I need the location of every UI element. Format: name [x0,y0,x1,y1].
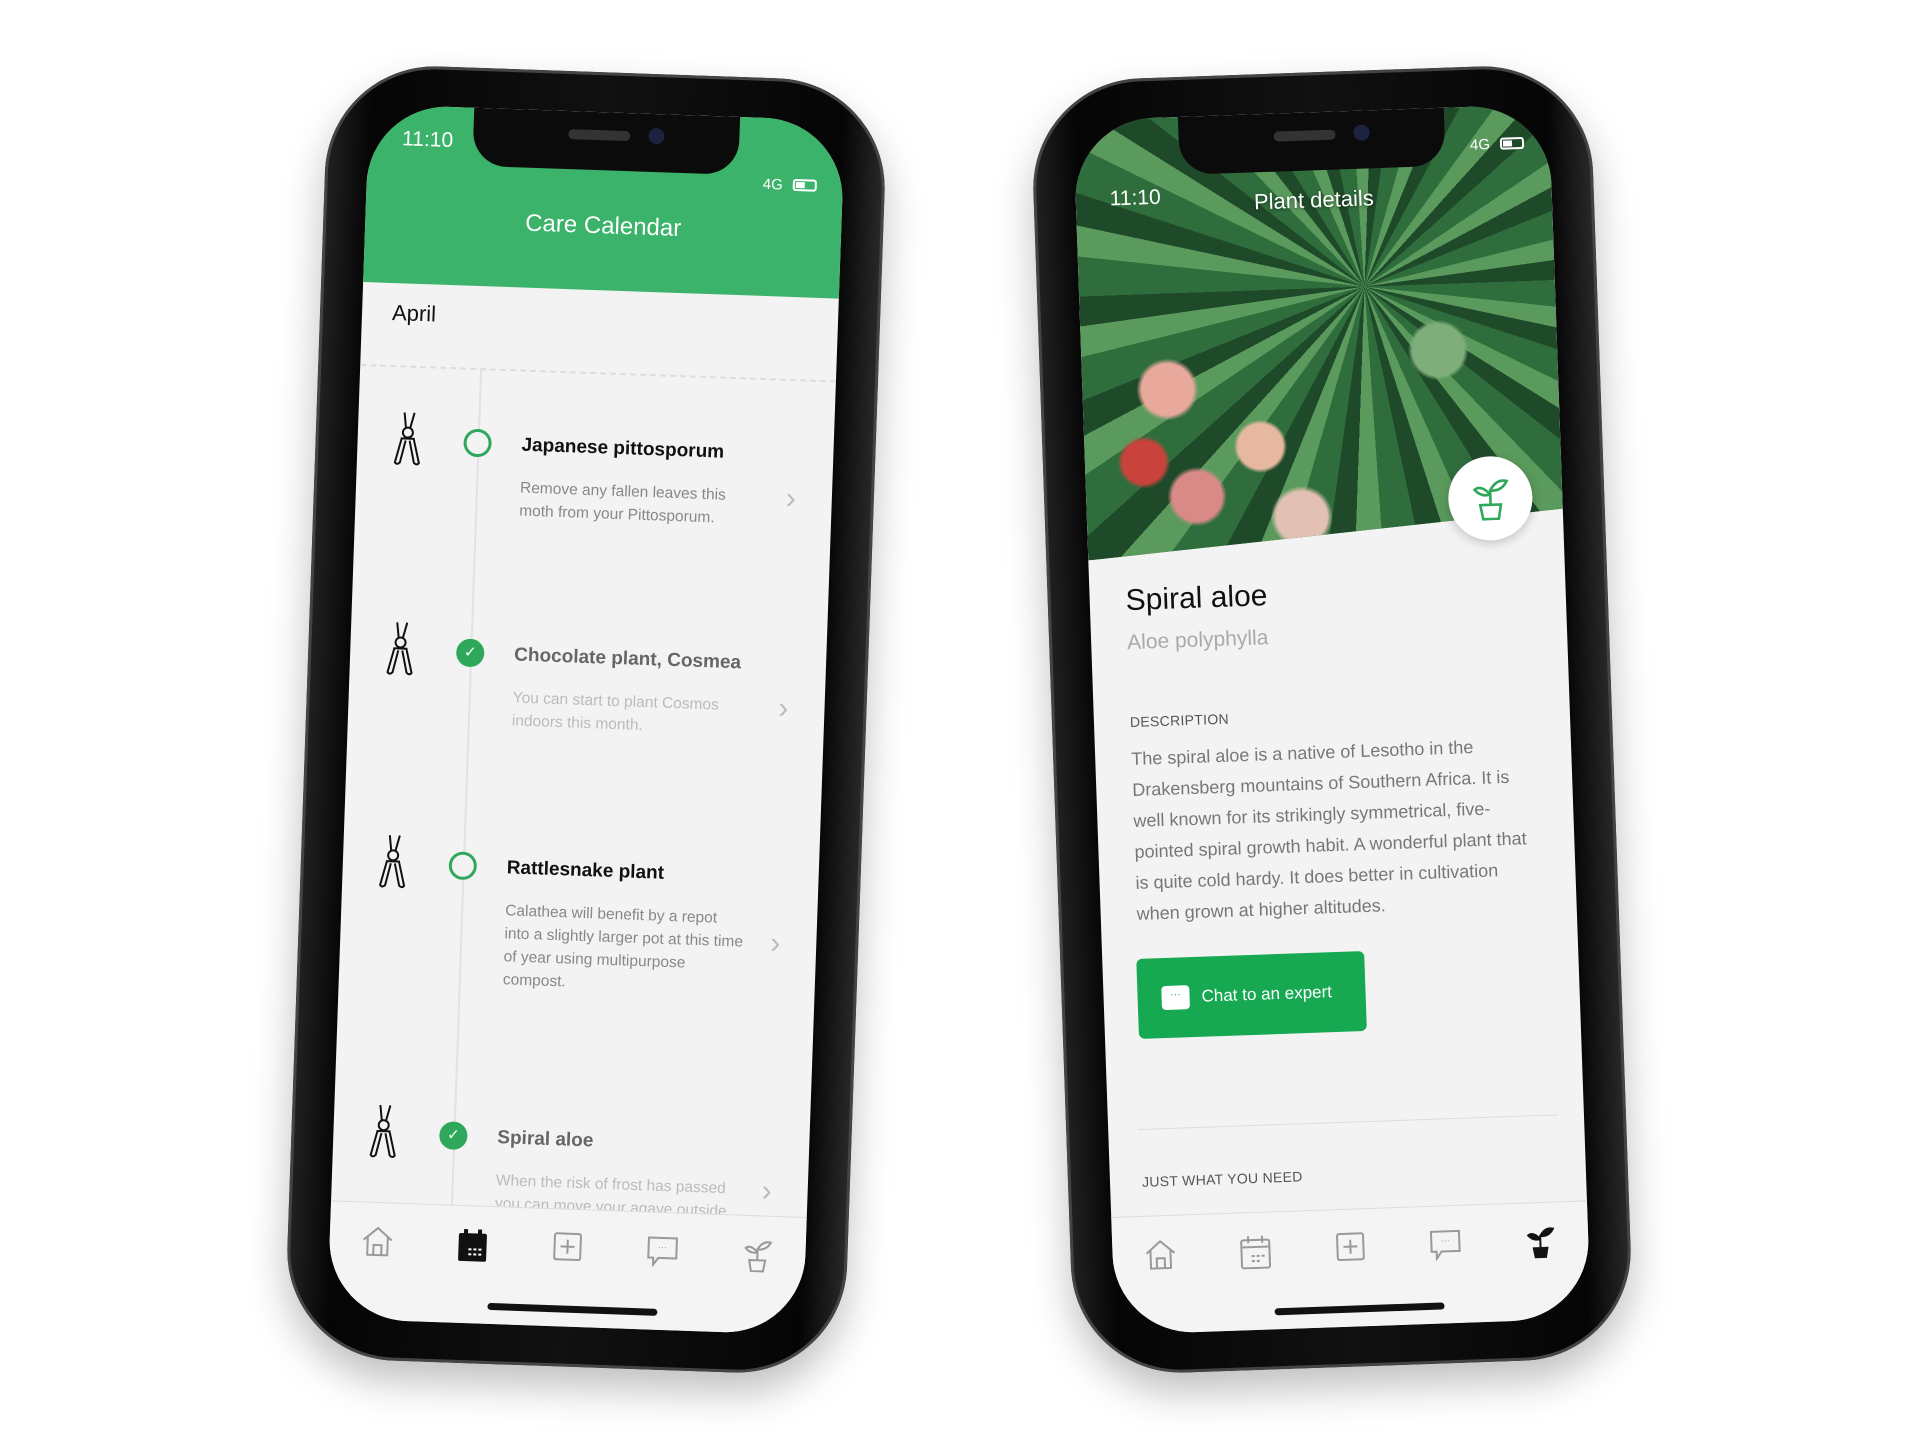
chat-to-expert-button[interactable]: ··· Chat to an expert [1136,951,1367,1039]
button-label: Chat to an expert [1201,982,1333,1006]
svg-text:···: ··· [1441,1235,1450,1245]
chat-bubble-icon: ··· [1161,985,1191,1011]
tab-add[interactable] [548,1231,587,1270]
plant-icon [1527,1227,1555,1259]
calendar-item[interactable]: Japanese pittosporum Remove any fallen l… [359,409,835,526]
chat-icon: ··· [1430,1229,1461,1261]
plant-icon [744,1241,773,1273]
tab-calendar[interactable] [453,1228,492,1267]
screen: Plant details 11:10 4G Spiral aloe Aloe … [1072,104,1592,1335]
calendar-item[interactable]: ✓ Chocolate plant, Cosmea You can start … [351,619,827,734]
status-time: 11:10 [1109,185,1162,211]
item-description: Calathea will benefit by a repot into a … [502,902,744,991]
divider [1138,1114,1558,1131]
item-title: Rattlesnake plant [506,857,665,884]
network-label: 4G [762,175,784,194]
home-icon [1145,1240,1175,1270]
item-title: Japanese pittosporum [521,434,725,463]
tab-plants[interactable] [1521,1224,1560,1263]
plant-name: Spiral aloe [1125,579,1268,618]
status-check-done[interactable]: ✓ [438,1121,468,1151]
calendar-item[interactable]: ✓ Spiral aloe When the risk of frost has… [335,1101,811,1238]
section-label: DESCRIPTION [1129,710,1230,731]
pruning-shears-icon [391,410,427,467]
item-description: You can start to plant Cosmos indoors th… [511,689,720,734]
network-label: 4G [1469,136,1491,154]
item-title: Spiral aloe [496,1127,594,1152]
chevron-right-icon[interactable]: › [761,1174,772,1208]
tab-home[interactable] [358,1224,397,1263]
tab-plants[interactable] [738,1238,777,1277]
page-title: Care Calendar [524,209,682,243]
tab-chat[interactable]: ··· [643,1234,682,1273]
phone-care-calendar: Care Calendar 11:10 4G April Japanese pi… [283,62,889,1377]
tab-chat[interactable]: ··· [1426,1228,1465,1267]
item-description: Remove any fallen leaves this moth from … [518,479,727,527]
pruning-shears-icon [367,1103,403,1160]
pruning-shears-icon [376,833,412,890]
calendar-icon [1239,1235,1271,1270]
section-label: JUST WHAT YOU NEED [1141,1168,1303,1190]
pruning-shears-icon [383,620,419,677]
item-title: Chocolate plant, Cosmea [513,644,742,674]
tab-bar: ··· [326,1200,807,1335]
add-icon [1336,1232,1365,1262]
tab-home[interactable] [1141,1238,1180,1277]
status-time: 11:10 [401,127,454,153]
chevron-right-icon[interactable]: › [778,692,789,726]
screen: Care Calendar 11:10 4G April Japanese pi… [326,104,846,1335]
home-icon [362,1226,392,1257]
status-check-done[interactable]: ✓ [455,638,485,668]
calendar-icon [457,1229,487,1262]
timeline-line [450,370,483,1220]
chevron-right-icon[interactable]: › [770,927,781,961]
svg-text:···: ··· [658,1242,667,1252]
month-label: April [391,299,437,327]
status-circle-open[interactable] [463,428,493,458]
add-icon [553,1232,582,1262]
calendar-item[interactable]: Rattlesnake plant Calathea will benefit … [344,832,820,990]
chat-icon: ··· [647,1236,679,1268]
plant-latin-name: Aloe polyphylla [1126,626,1269,655]
status-circle-open[interactable] [448,851,478,881]
tab-add[interactable] [1331,1231,1370,1270]
battery-icon [792,178,817,192]
plant-description: The spiral aloe is a native of Lesotho i… [1130,737,1527,924]
chevron-right-icon[interactable]: › [785,482,796,516]
plant-icon [1472,479,1509,521]
phone-plant-details: Plant details 11:10 4G Spiral aloe Aloe … [1029,62,1635,1377]
tab-calendar[interactable] [1236,1234,1275,1273]
tab-bar: ··· [1111,1200,1592,1335]
battery-icon [1499,136,1525,150]
divider [360,363,836,383]
